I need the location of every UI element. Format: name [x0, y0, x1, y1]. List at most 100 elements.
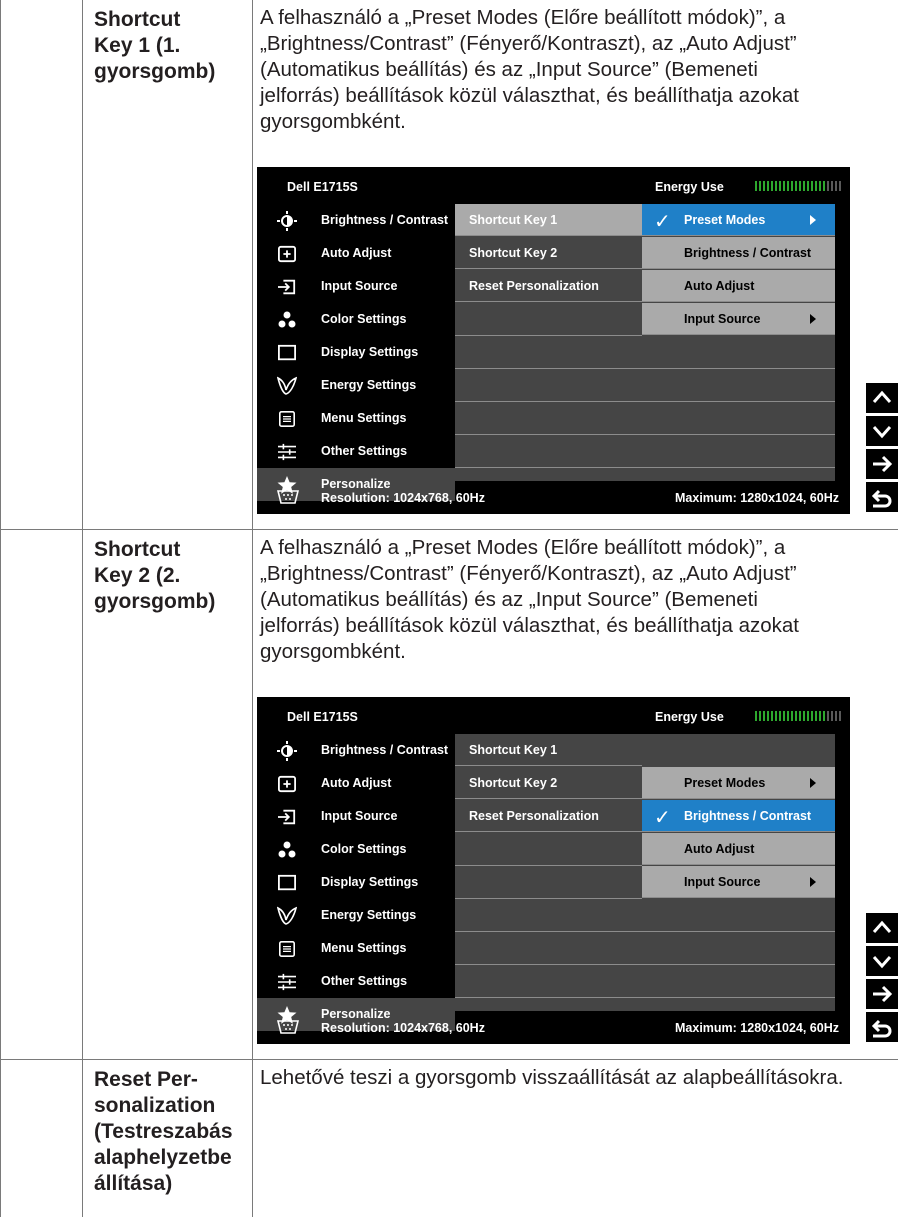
menu-item-label: Color Settings: [321, 842, 407, 856]
energy-bar-segment: [823, 711, 825, 721]
menu-item[interactable]: Auto Adjust: [257, 237, 455, 270]
option-item[interactable]: Auto Adjust: [642, 833, 835, 865]
menu-item[interactable]: Brightness / Contrast: [257, 734, 455, 767]
menu-item-label: Input Source: [321, 279, 398, 293]
energy-bar-segment: [771, 181, 773, 191]
menu-item[interactable]: Energy Settings: [257, 899, 455, 932]
menu-item[interactable]: Menu Settings: [257, 932, 455, 965]
menu-item[interactable]: Other Settings: [257, 965, 455, 998]
submenu-divider: [455, 401, 642, 402]
energy-bar-segment: [799, 711, 801, 721]
up-button[interactable]: [866, 913, 898, 943]
menu-item[interactable]: Input Source: [257, 270, 455, 303]
osd-footer: Resolution: 1024x768, 60Hz Maximum: 1280x…: [257, 1011, 850, 1044]
energy-bar-segment: [775, 711, 777, 721]
osd-title: Dell E1715S: [287, 710, 358, 724]
table-border-col1: [82, 0, 83, 1217]
menu-item[interactable]: Display Settings: [257, 866, 455, 899]
menu-item[interactable]: Brightness / Contrast: [257, 204, 455, 237]
submenu-item[interactable]: Shortcut Key 1: [455, 734, 642, 766]
submenu-item[interactable]: Reset Personalization: [455, 800, 642, 832]
menu-item[interactable]: Color Settings: [257, 833, 455, 866]
submenu-item[interactable]: Reset Personalization: [455, 270, 642, 302]
option-item[interactable]: Preset Modes: [642, 767, 835, 799]
energy-bar-segment: [831, 711, 833, 721]
energy-bar-segment: [811, 181, 813, 191]
submenu-item[interactable]: Shortcut Key 1: [455, 204, 642, 236]
energy-bar-segment: [839, 711, 841, 721]
option-item[interactable]: Input Source: [642, 303, 835, 335]
chevron-right-icon: [810, 877, 816, 887]
desc-line: gyorsgombként.: [260, 110, 406, 133]
row-desc-shortcut-key-2: A felhasználó a „Preset Modes (Előre beá…: [260, 535, 896, 665]
down-button[interactable]: [866, 416, 898, 446]
maximum-resolution-readout: Maximum: 1280x1024, 60Hz: [675, 1021, 839, 1035]
back-icon: [871, 1016, 893, 1038]
submenu-item[interactable]: Shortcut Key 2: [455, 237, 642, 269]
energy-bar-segment: [839, 181, 841, 191]
back-button[interactable]: [866, 1012, 898, 1042]
label-line: (Testreszabás: [94, 1120, 233, 1143]
option-item[interactable]: Auto Adjust: [642, 270, 835, 302]
option-item[interactable]: Input Source: [642, 866, 835, 898]
energy-bar-segment: [827, 181, 829, 191]
auto-adjust-icon: [277, 774, 297, 794]
options-divider: [642, 467, 835, 468]
option-item[interactable]: ✓ Brightness / Contrast: [642, 800, 835, 832]
submenu-divider: [455, 335, 642, 336]
submenu-item-label: Shortcut Key 1: [469, 743, 558, 757]
label-line: Shortcut: [94, 8, 181, 31]
submenu-item-label: Shortcut Key 2: [469, 776, 558, 790]
display-settings-icon: [277, 343, 297, 363]
osd-footer: Resolution: 1024x768, 60Hz Maximum: 1280x…: [257, 481, 850, 514]
energy-bar-segment: [767, 711, 769, 721]
menu-item[interactable]: Energy Settings: [257, 369, 455, 402]
up-button[interactable]: [866, 383, 898, 413]
menu-item[interactable]: Menu Settings: [257, 402, 455, 435]
right-arrow-button[interactable]: [866, 979, 898, 1009]
osd-options: Preset Modes ✓ Brightness / Contrast Auto A…: [642, 734, 835, 1011]
options-divider: [642, 368, 835, 369]
submenu-item[interactable]: Shortcut Key 2: [455, 767, 642, 799]
menu-item-label: Energy Settings: [321, 908, 417, 922]
back-button[interactable]: [866, 482, 898, 512]
energy-bar-segment: [799, 181, 801, 191]
down-button[interactable]: [866, 946, 898, 976]
energy-bar-segment: [815, 181, 817, 191]
row-label-reset-personalization: Reset Per- sonalization (Testreszabás al…: [94, 1067, 252, 1197]
energy-bar-segment: [823, 181, 825, 191]
energy-bar-segment: [759, 181, 761, 191]
menu-item-label: Color Settings: [321, 312, 407, 326]
submenu-item-label: Reset Personalization: [469, 809, 599, 823]
menu-item[interactable]: Auto Adjust: [257, 767, 455, 800]
options-divider: [642, 434, 835, 435]
color-settings-icon: [277, 310, 297, 330]
energy-bar-segment: [783, 711, 785, 721]
option-label: Preset Modes: [684, 213, 766, 227]
menu-item[interactable]: Input Source: [257, 800, 455, 833]
right-arrow-button[interactable]: [866, 449, 898, 479]
row-divider-2: [0, 1059, 898, 1060]
up-icon: [871, 387, 893, 409]
input-source-icon: [277, 807, 297, 827]
menu-item[interactable]: Other Settings: [257, 435, 455, 468]
color-settings-icon: [277, 840, 297, 860]
row-desc-shortcut-key-1: A felhasználó a „Preset Modes (Előre beá…: [260, 5, 896, 135]
chevron-right-icon: [810, 215, 816, 225]
down-icon: [871, 420, 893, 442]
label-line: állítása): [94, 1172, 173, 1195]
menu-item[interactable]: Display Settings: [257, 336, 455, 369]
label-line: Key 1 (1.: [94, 34, 181, 57]
menu-item[interactable]: Color Settings: [257, 303, 455, 336]
energy-bar-segment: [755, 181, 757, 191]
menu-item-label: Brightness / Contrast: [321, 743, 449, 757]
menu-item-label: Auto Adjust: [321, 776, 392, 790]
option-label: Brightness / Contrast: [684, 246, 812, 260]
desc-line: „Brightness/Contrast” (Fényerő/Kontraszt…: [260, 32, 797, 55]
option-item[interactable]: ✓ Preset Modes: [642, 204, 835, 236]
label-line: alaphelyzetbe: [94, 1146, 232, 1169]
option-item[interactable]: Brightness / Contrast: [642, 237, 835, 269]
options-divider: [642, 931, 835, 932]
energy-bar-segment: [835, 711, 837, 721]
menu-item-label: Energy Settings: [321, 378, 417, 392]
